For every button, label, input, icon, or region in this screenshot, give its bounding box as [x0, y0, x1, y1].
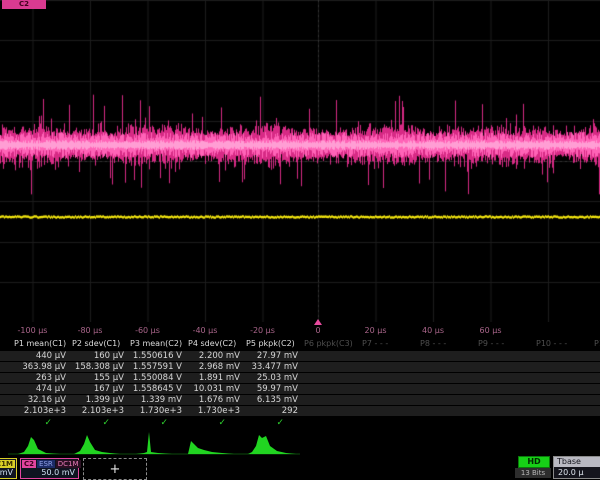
- timebase-descriptor[interactable]: Tbase 20.0 µ: [553, 456, 600, 479]
- measurement-value: 1.399 µV: [68, 395, 126, 405]
- measurement-histicons[interactable]: [0, 430, 600, 456]
- time-axis-label: 20 µs: [365, 326, 387, 335]
- measurement-table: P1 mean(C1)P2 sdev(C1)P3 mean(C2)P4 sdev…: [0, 338, 600, 429]
- hd-mode-badge[interactable]: HD: [518, 456, 550, 468]
- measurement-value: 27.97 mV: [242, 351, 300, 361]
- measurement-header-p9[interactable]: P9 - - -: [474, 339, 532, 348]
- status-check-icon: ✓: [126, 418, 184, 428]
- measurement-header-p2[interactable]: P2 sdev(C1): [68, 339, 126, 348]
- measurement-value: 1.550084 V: [126, 373, 184, 383]
- measurement-value: 263 µV: [10, 373, 68, 383]
- measurement-value: 25.03 mV: [242, 373, 300, 383]
- time-axis-label: 0: [315, 326, 320, 335]
- trace-label-badge: C2: [2, 0, 46, 9]
- measurement-value: 1.730e+3: [184, 406, 242, 416]
- measurement-value: 1.558645 V: [126, 384, 184, 394]
- measurement-value: 1.676 mV: [184, 395, 242, 405]
- status-check-icon: ✓: [242, 418, 300, 428]
- plus-icon: +: [110, 462, 121, 477]
- time-axis-label: -60 µs: [135, 326, 160, 335]
- measurement-value: 6.135 mV: [242, 395, 300, 405]
- measurement-header-p6[interactable]: P6 pkpk(C3): [300, 339, 358, 348]
- measurement-row: 32.16 µV1.399 µV1.339 mV1.676 mV6.135 mV: [0, 395, 600, 405]
- measurement-status-row: ✓✓✓✓✓: [0, 417, 600, 428]
- measurement-value: 155 µV: [68, 373, 126, 383]
- measurement-row: 363.98 µV158.308 µV1.557591 V2.968 mV33.…: [0, 362, 600, 372]
- coupling-badge-c1: DC1M: [0, 460, 15, 468]
- measurement-value: 363.98 µV: [10, 362, 68, 372]
- measurement-value: 1.550616 V: [126, 351, 184, 361]
- histicon-p5[interactable]: [248, 435, 296, 454]
- measurement-value: 474 µV: [10, 384, 68, 394]
- status-check-icon: ✓: [10, 418, 68, 428]
- measurement-value: 160 µV: [68, 351, 126, 361]
- measurement-value: 2.103e+3: [10, 406, 68, 416]
- measurement-row: 2.103e+32.103e+31.730e+31.730e+3292: [0, 406, 600, 416]
- tbase-value: 20.0 µ: [554, 467, 600, 478]
- measurement-value: 2.200 mV: [184, 351, 242, 361]
- measurement-value: 1.730e+3: [126, 406, 184, 416]
- waveform-grid: [0, 0, 600, 322]
- measurement-header-p10[interactable]: P10 - - -: [532, 339, 590, 348]
- measurement-value: 167 µV: [68, 384, 126, 394]
- channel-descriptor-c2[interactable]: C2 ESR DC1M 50.0 mV: [20, 458, 79, 479]
- c2-scale-value: 50.0 mV: [22, 468, 77, 478]
- measurement-row: 440 µV160 µV1.550616 V2.200 mV27.97 mV: [0, 351, 600, 361]
- measurement-header-p7[interactable]: P7 - - -: [358, 339, 416, 348]
- c2-name-badge: C2: [22, 460, 36, 468]
- c2-coupling-badge: DC1M: [56, 460, 81, 468]
- add-trace-button[interactable]: +: [83, 458, 147, 480]
- time-axis: -100 µs -80 µs -60 µs -40 µs -20 µs 0 20 µs 40 …: [0, 322, 600, 338]
- measurement-header-p8[interactable]: P8 - - -: [416, 339, 474, 348]
- histicon-p2[interactable]: [74, 435, 120, 454]
- measurement-value: 1.339 mV: [126, 395, 184, 405]
- measurement-header-p11[interactable]: P11: [590, 339, 600, 348]
- c1-scale-value: 0 mV: [0, 468, 15, 478]
- measurement-header-p5[interactable]: P5 pkpk(C2): [242, 339, 300, 348]
- measurement-value: 2.968 mV: [184, 362, 242, 372]
- histicon-p1[interactable]: [18, 437, 60, 454]
- time-axis-label: -100 µs: [18, 326, 48, 335]
- histicon-p4[interactable]: [188, 441, 234, 454]
- measurement-row: 263 µV155 µV1.550084 V1.891 mV25.03 mV: [0, 373, 600, 383]
- status-check-icon: ✓: [68, 418, 126, 428]
- measurement-row: 474 µV167 µV1.558645 V10.031 mV59.97 mV: [0, 384, 600, 394]
- measurement-header-row: P1 mean(C1)P2 sdev(C1)P3 mean(C2)P4 sdev…: [0, 338, 600, 349]
- measurement-header-p4[interactable]: P4 sdev(C2): [184, 339, 242, 348]
- measurement-value: 292: [242, 406, 300, 416]
- measurement-value: 2.103e+3: [68, 406, 126, 416]
- trigger-position-marker[interactable]: [314, 319, 322, 325]
- time-axis-label: -20 µs: [250, 326, 275, 335]
- measurement-value: 59.97 mV: [242, 384, 300, 394]
- measurement-value: 32.16 µV: [10, 395, 68, 405]
- channel-descriptor-c1[interactable]: DC1M 0 mV: [0, 458, 17, 479]
- measurement-header-p1[interactable]: P1 mean(C1): [10, 339, 68, 348]
- time-axis-label: 60 µs: [480, 326, 502, 335]
- measurement-value: 33.477 mV: [242, 362, 300, 372]
- time-axis-label: -80 µs: [78, 326, 103, 335]
- c2-esr-badge: ESR: [37, 460, 55, 468]
- measurement-value: 1.557591 V: [126, 362, 184, 372]
- time-axis-label: -40 µs: [193, 326, 218, 335]
- status-check-icon: ✓: [184, 418, 242, 428]
- hd-bits-label: 13 Bits: [515, 468, 551, 478]
- measurement-value: 10.031 mV: [184, 384, 242, 394]
- oscilloscope-screen: C2 -100 µs -80 µs -60 µs -40 µs -20 µs 0 20 µs…: [0, 0, 600, 480]
- time-axis-label: 40 µs: [422, 326, 444, 335]
- measurement-value: 440 µV: [10, 351, 68, 361]
- descriptor-bar: DC1M 0 mV C2 ESR DC1M 50.0 mV + HD 13 Bi…: [0, 458, 600, 480]
- measurement-value: 158.308 µV: [68, 362, 126, 372]
- measurement-header-p3[interactable]: P3 mean(C2): [126, 339, 184, 348]
- histicon-p3[interactable]: [136, 432, 172, 454]
- tbase-title: Tbase: [554, 457, 600, 467]
- measurement-value: 1.891 mV: [184, 373, 242, 383]
